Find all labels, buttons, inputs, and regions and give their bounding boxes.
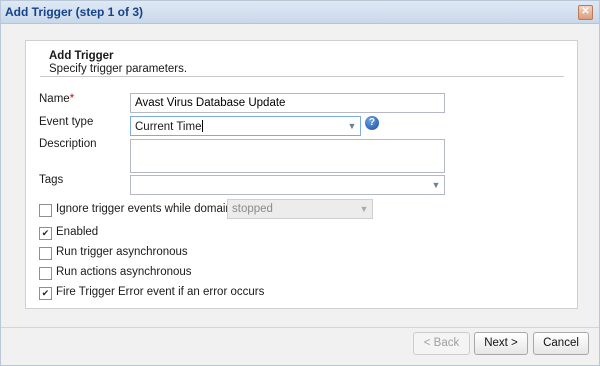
section-title: Add Trigger <box>49 50 114 62</box>
help-icon[interactable]: ? <box>365 116 379 130</box>
footer-divider <box>1 327 599 328</box>
ignore-trigger-row[interactable]: Ignore trigger events while domain is <box>39 203 243 218</box>
event-type-value-text: Current Time <box>135 121 202 133</box>
fire-error-row[interactable]: ✔ Fire Trigger Error event if an error o… <box>39 286 299 301</box>
section-divider <box>40 76 564 77</box>
cancel-button[interactable]: Cancel <box>533 332 589 355</box>
enabled-row[interactable]: ✔ Enabled <box>39 226 239 241</box>
run-trigger-async-label: Run trigger asynchronous <box>56 246 188 258</box>
domain-state-value: stopped <box>232 203 273 215</box>
run-trigger-async-checkbox[interactable] <box>39 247 52 260</box>
add-trigger-dialog: Add Trigger (step 1 of 3) ✕ Add Trigger … <box>0 0 600 366</box>
fire-error-checkbox[interactable]: ✔ <box>39 287 52 300</box>
ignore-trigger-label: Ignore trigger events while domain is <box>56 203 244 215</box>
description-label: Description <box>39 138 97 150</box>
description-textarea[interactable] <box>130 139 445 173</box>
run-actions-async-checkbox[interactable] <box>39 267 52 280</box>
next-button[interactable]: Next > <box>474 332 528 355</box>
domain-state-select[interactable]: stopped ▼ <box>227 199 373 219</box>
required-marker: * <box>69 93 75 105</box>
tags-label: Tags <box>39 174 64 186</box>
name-label: Name* <box>39 93 74 105</box>
tags-select[interactable]: ▼ <box>130 175 445 195</box>
close-icon[interactable]: ✕ <box>578 5 593 20</box>
back-button[interactable]: < Back <box>413 332 470 355</box>
chevron-down-icon[interactable]: ▼ <box>344 117 360 135</box>
chevron-down-icon[interactable]: ▼ <box>356 200 372 218</box>
text-caret <box>202 120 204 132</box>
form-panel: Add Trigger Specify trigger parameters. … <box>25 40 578 309</box>
name-input[interactable] <box>130 93 445 113</box>
dialog-titlebar[interactable]: Add Trigger (step 1 of 3) ✕ <box>1 1 599 24</box>
chevron-down-icon[interactable]: ▼ <box>428 176 444 194</box>
dialog-title: Add Trigger (step 1 of 3) <box>5 5 144 19</box>
event-type-value: Current Time <box>135 120 204 133</box>
event-type-select[interactable]: Current Time ▼ <box>130 116 361 136</box>
run-trigger-async-row[interactable]: Run trigger asynchronous <box>39 246 239 261</box>
enabled-label: Enabled <box>56 226 99 238</box>
enabled-checkbox[interactable]: ✔ <box>39 227 52 240</box>
ignore-trigger-checkbox[interactable] <box>39 204 52 217</box>
name-label-text: Name <box>39 93 70 105</box>
section-subtitle: Specify trigger parameters. <box>49 63 188 75</box>
run-actions-async-row[interactable]: Run actions asynchronous <box>39 266 239 281</box>
fire-error-label: Fire Trigger Error event if an error occ… <box>56 286 265 298</box>
run-actions-async-label: Run actions asynchronous <box>56 266 192 278</box>
event-type-label: Event type <box>39 116 94 128</box>
